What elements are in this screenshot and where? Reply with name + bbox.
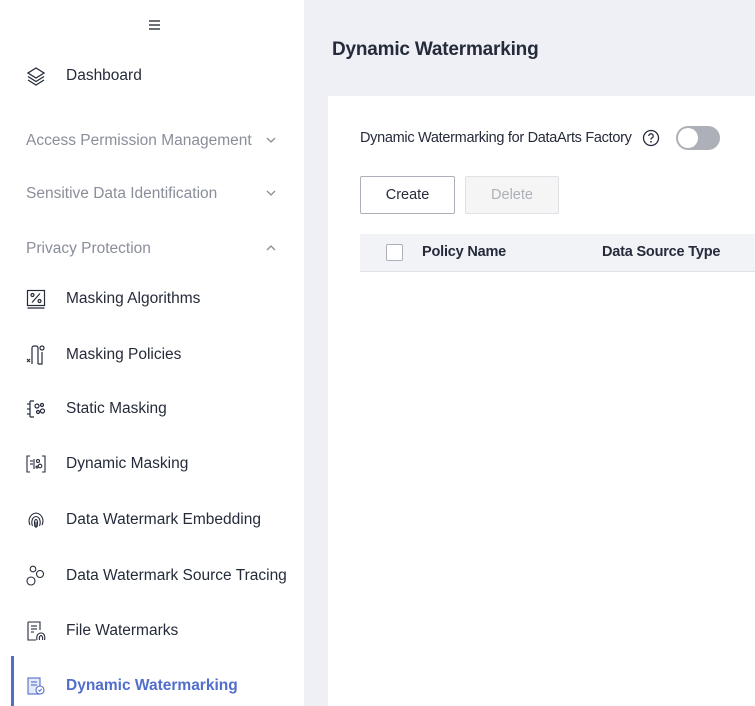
sidebar: Dashboard Access Permission Management S… <box>0 0 304 706</box>
layers-icon <box>25 65 47 87</box>
page-title: Dynamic Watermarking <box>332 39 539 60</box>
sidebar-group-label: Sensitive Data Identification <box>26 185 218 202</box>
select-all-checkbox[interactable] <box>386 244 403 261</box>
column-header-data-source-type[interactable]: Data Source Type <box>602 244 720 260</box>
sidebar-item-label: Dynamic Masking <box>66 455 189 472</box>
watermark-toggle-row: Dynamic Watermarking for DataArts Factor… <box>360 126 720 150</box>
create-button[interactable]: Create <box>360 176 455 214</box>
static-masking-icon <box>25 398 47 420</box>
sidebar-item-label: Masking Algorithms <box>66 290 201 307</box>
sidebar-item-label: Dynamic Watermarking <box>66 677 238 694</box>
sidebar-item-dynamic-watermarking[interactable]: Dynamic Watermarking <box>0 666 304 706</box>
sidebar-item-data-watermark-embedding[interactable]: Data Watermark Embedding <box>0 500 304 540</box>
sidebar-item-file-watermarks[interactable]: File Watermarks <box>0 611 304 651</box>
column-header-policy-name[interactable]: Policy Name <box>422 244 506 260</box>
sidebar-item-dashboard[interactable]: Dashboard <box>0 56 304 96</box>
sidebar-item-static-masking[interactable]: Static Masking <box>0 389 304 429</box>
sidebar-item-masking-algorithms[interactable]: Masking Algorithms <box>0 279 304 319</box>
sidebar-item-dynamic-masking[interactable]: Dynamic Masking <box>0 444 304 484</box>
sidebar-group-label: Privacy Protection <box>26 240 151 257</box>
chevron-up-icon <box>266 245 276 251</box>
sidebar-item-label: Masking Policies <box>66 346 182 363</box>
content-card: Dynamic Watermarking for DataArts Factor… <box>328 96 755 706</box>
table-header: Policy Name Data Source Type <box>360 234 755 272</box>
sidebar-group-privacy-protection[interactable]: Privacy Protection <box>0 229 304 269</box>
fingerprint-icon <box>25 509 47 531</box>
source-tracing-icon <box>25 565 47 587</box>
sidebar-item-label: Dashboard <box>66 67 142 84</box>
dynamic-watermark-icon <box>25 675 47 697</box>
delete-button[interactable]: Delete <box>465 176 559 214</box>
sidebar-header <box>0 0 304 48</box>
sidebar-item-label: File Watermarks <box>66 622 179 639</box>
sidebar-item-data-watermark-source-tracing[interactable]: Data Watermark Source Tracing <box>0 556 304 596</box>
policy-icon <box>25 344 47 366</box>
help-icon[interactable] <box>642 129 660 147</box>
dynamic-masking-icon <box>25 453 47 475</box>
sidebar-item-masking-policies[interactable]: Masking Policies <box>0 335 304 375</box>
sidebar-group-access-permission[interactable]: Access Permission Management <box>0 121 304 161</box>
sidebar-group-label: Access Permission Management <box>26 132 252 149</box>
sidebar-item-label: Static Masking <box>66 400 167 417</box>
hamburger-menu-icon[interactable] <box>149 20 160 30</box>
main-content: Dynamic Watermarking Dynamic Watermarkin… <box>304 0 755 706</box>
chevron-down-icon <box>266 190 276 196</box>
watermark-toggle-switch[interactable] <box>675 126 720 150</box>
sidebar-group-sensitive-data[interactable]: Sensitive Data Identification <box>0 174 304 214</box>
toggle-label: Dynamic Watermarking for DataArts Factor… <box>360 130 632 146</box>
sidebar-item-label: Data Watermark Source Tracing <box>66 567 287 584</box>
file-watermark-icon <box>25 620 47 642</box>
toggle-knob <box>677 128 698 148</box>
percent-icon <box>25 288 47 310</box>
chevron-down-icon <box>266 137 276 143</box>
sidebar-item-label: Data Watermark Embedding <box>66 511 261 528</box>
